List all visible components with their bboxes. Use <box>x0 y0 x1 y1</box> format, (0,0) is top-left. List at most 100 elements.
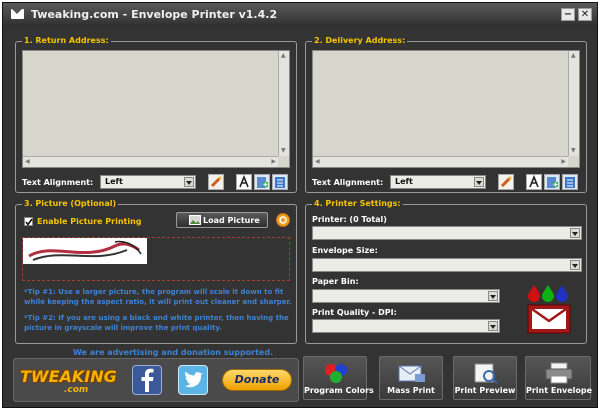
tip-one: *Tip #1: Use a larger picture, the progr… <box>24 288 292 306</box>
logo-text: TWEAKING <box>20 367 117 386</box>
envelope-size-label: Envelope Size: <box>312 246 378 255</box>
delivery-address-input[interactable]: ▲ ▼ ◀ ▶ <box>312 50 580 168</box>
address-book-add-icon <box>257 177 268 188</box>
scroll-left-icon[interactable]: ◀ <box>315 158 320 166</box>
donate-button[interactable]: Donate <box>222 369 292 391</box>
address-book-button[interactable] <box>562 174 578 190</box>
pencil-icon <box>500 175 513 188</box>
delivery-address-group: 2. Delivery Address: ▲ ▼ ◀ ▶ Text Alignm… <box>305 36 587 193</box>
scroll-down-icon[interactable]: ▼ <box>281 147 286 155</box>
facebook-icon <box>141 368 154 392</box>
picture-group: 3. Picture (Optional) Enable Picture Pri… <box>15 199 297 344</box>
facebook-button[interactable] <box>132 365 162 395</box>
scroll-up-icon[interactable]: ▲ <box>281 52 286 60</box>
paper-bin-label: Paper Bin: <box>312 277 359 286</box>
print-quality-label: Print Quality - DPI: <box>312 308 397 317</box>
delivery-alignment-value: Left <box>395 177 413 186</box>
return-address-group: 1. Return Address: ▲ ▼ ◀ ▶ Text Alignmen… <box>15 36 297 193</box>
address-book-button[interactable] <box>272 174 288 190</box>
close-button[interactable]: ✕ <box>578 8 592 21</box>
title-bar[interactable]: Tweaking.com - Envelope Printer v1.4.2 −… <box>3 3 597 27</box>
swoosh-picture-icon <box>28 240 142 261</box>
add-address-button[interactable] <box>544 174 560 190</box>
return-address-title: 1. Return Address: <box>22 36 111 45</box>
font-button[interactable] <box>236 174 252 190</box>
chevron-down-icon[interactable] <box>570 228 580 238</box>
chevron-down-icon[interactable] <box>184 177 194 187</box>
program-colors-button[interactable]: Program Colors <box>303 356 374 400</box>
return-address-input[interactable]: ▲ ▼ ◀ ▶ <box>22 50 290 168</box>
scroll-right-icon[interactable]: ▶ <box>561 158 566 166</box>
twitter-button[interactable] <box>178 365 208 395</box>
scroll-up-icon[interactable]: ▲ <box>571 52 576 60</box>
footer-banner: TWEAKING .com Donate <box>13 358 299 402</box>
tip-two: *Tip #2: If you are using a black and wh… <box>24 314 289 332</box>
scroll-left-icon[interactable]: ◀ <box>25 158 30 166</box>
delivery-address-title: 2. Delivery Address: <box>312 36 408 45</box>
printer-label: Printer: (0 Total) <box>312 215 387 224</box>
font-a-icon <box>239 174 249 188</box>
settings-gear-button[interactable] <box>276 213 290 227</box>
printer-select[interactable] <box>312 226 582 240</box>
tweaking-logo[interactable]: TWEAKING .com <box>20 365 120 399</box>
twitter-icon <box>185 371 203 388</box>
scroll-right-icon[interactable]: ▶ <box>271 158 276 166</box>
text-color-button[interactable] <box>498 174 514 190</box>
delivery-alignment-label: Text Alignment: <box>312 178 384 187</box>
address-book-icon <box>275 177 285 188</box>
print-envelope-button[interactable]: Print Envelope <box>525 356 593 400</box>
return-alignment-label: Text Alignment: <box>22 178 94 187</box>
picture-title: 3. Picture (Optional) <box>22 199 119 208</box>
pencil-icon <box>210 175 223 188</box>
vertical-scrollbar[interactable]: ▲ ▼ <box>278 51 289 156</box>
print-envelope-label: Print Envelope <box>526 386 593 395</box>
print-preview-label: Print Preview <box>454 386 516 395</box>
advertising-notice: We are advertising and donation supporte… <box>73 348 274 357</box>
color-circles-icon <box>325 364 347 383</box>
logo-subtext: .com <box>64 385 89 395</box>
horizontal-scrollbar[interactable]: ◀ ▶ <box>23 156 278 167</box>
print-quality-select[interactable] <box>312 319 500 333</box>
ink-envelope-icon <box>526 283 574 335</box>
chevron-down-icon[interactable] <box>570 260 580 270</box>
mass-print-button[interactable]: Mass Print <box>379 356 443 400</box>
enable-picture-label: Enable Picture Printing <box>37 217 142 226</box>
minimize-button[interactable]: − <box>561 8 575 21</box>
load-picture-label: Load Picture <box>203 216 260 225</box>
font-button[interactable] <box>526 174 542 190</box>
mass-print-label: Mass Print <box>387 386 435 395</box>
program-colors-label: Program Colors <box>304 386 374 395</box>
envelope-icon <box>11 9 24 19</box>
ink-drops-envelope-icon <box>527 285 571 334</box>
font-a-icon <box>529 174 539 188</box>
horizontal-scrollbar[interactable]: ◀ ▶ <box>313 156 568 167</box>
picture-preview-image <box>23 238 147 264</box>
paper-bin-select[interactable] <box>312 289 500 303</box>
picture-icon <box>189 215 201 225</box>
address-book-icon <box>565 177 575 188</box>
enable-picture-checkbox[interactable] <box>24 217 33 226</box>
load-picture-button[interactable]: Load Picture <box>176 212 268 228</box>
envelope-size-select[interactable] <box>312 258 582 272</box>
scroll-down-icon[interactable]: ▼ <box>571 147 576 155</box>
printer-icon <box>545 362 573 384</box>
mass-print-icon <box>398 365 425 382</box>
chevron-down-icon[interactable] <box>488 321 498 331</box>
delivery-alignment-select[interactable]: Left <box>390 175 486 189</box>
app-window: Tweaking.com - Envelope Printer v1.4.2 −… <box>2 2 598 408</box>
address-book-add-icon <box>547 177 558 188</box>
picture-preview-area <box>22 237 290 281</box>
print-preview-icon <box>474 363 498 384</box>
checkmark-icon <box>25 218 33 226</box>
printer-settings-group: 4. Printer Settings: Printer: (0 Total) … <box>305 199 587 344</box>
gear-icon <box>279 216 287 224</box>
print-preview-button[interactable]: Print Preview <box>453 356 517 400</box>
vertical-scrollbar[interactable]: ▲ ▼ <box>568 51 579 156</box>
add-address-button[interactable] <box>254 174 270 190</box>
chevron-down-icon[interactable] <box>474 177 484 187</box>
printer-settings-title: 4. Printer Settings: <box>312 199 403 208</box>
text-color-button[interactable] <box>208 174 224 190</box>
chevron-down-icon[interactable] <box>488 291 498 301</box>
return-alignment-select[interactable]: Left <box>100 175 196 189</box>
window-title: Tweaking.com - Envelope Printer v1.4.2 <box>31 8 278 21</box>
